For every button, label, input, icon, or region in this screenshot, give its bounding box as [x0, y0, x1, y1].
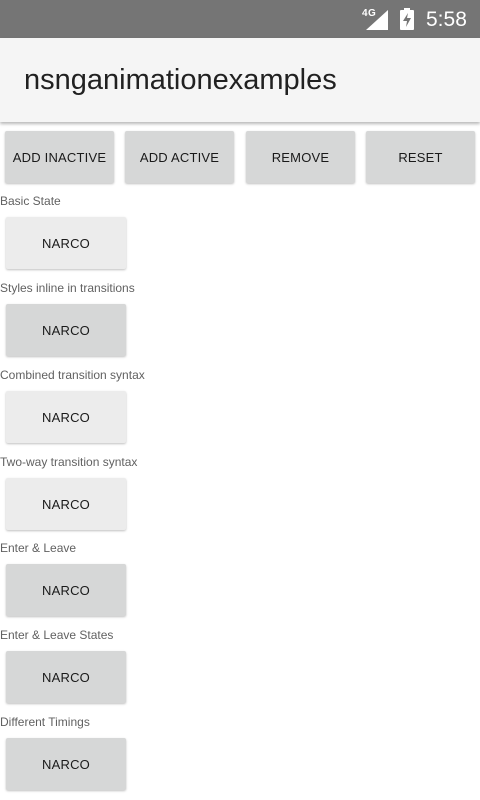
signal-icon: [366, 10, 388, 30]
section-label-enter-leave: Enter & Leave: [0, 541, 77, 555]
battery-charging-icon: [400, 8, 414, 30]
screen: 4G 5:58 nsnganimationexamples ADD INACTI…: [0, 0, 480, 800]
section-label-enter-leave-states: Enter & Leave States: [0, 628, 114, 642]
app-title: nsnganimationexamples: [24, 64, 337, 96]
remove-button[interactable]: REMOVE: [246, 131, 355, 183]
status-bar: 4G 5:58: [0, 0, 480, 38]
section-label-styles-inline: Styles inline in transitions: [0, 281, 135, 295]
narco-button-combined-transition[interactable]: NARCO: [6, 391, 126, 443]
narco-button-basic-state[interactable]: NARCO: [6, 217, 126, 269]
narco-button-enter-leave[interactable]: NARCO: [6, 564, 126, 616]
clock: 5:58: [426, 8, 467, 31]
add-active-button[interactable]: ADD ACTIVE: [125, 131, 234, 183]
section-label-different-timings: Different Timings: [0, 715, 90, 729]
reset-button[interactable]: RESET: [366, 131, 475, 183]
action-bar: nsnganimationexamples: [0, 38, 480, 122]
section-label-basic-state: Basic State: [0, 194, 61, 208]
section-label-combined-transition: Combined transition syntax: [0, 368, 145, 382]
narco-button-enter-leave-states[interactable]: NARCO: [6, 651, 126, 703]
add-inactive-button[interactable]: ADD INACTIVE: [5, 131, 114, 183]
section-label-two-way-transition: Two-way transition syntax: [0, 455, 138, 469]
narco-button-different-timings[interactable]: NARCO: [6, 738, 126, 790]
narco-button-two-way-transition[interactable]: NARCO: [6, 478, 126, 530]
narco-button-styles-inline[interactable]: NARCO: [6, 304, 126, 356]
